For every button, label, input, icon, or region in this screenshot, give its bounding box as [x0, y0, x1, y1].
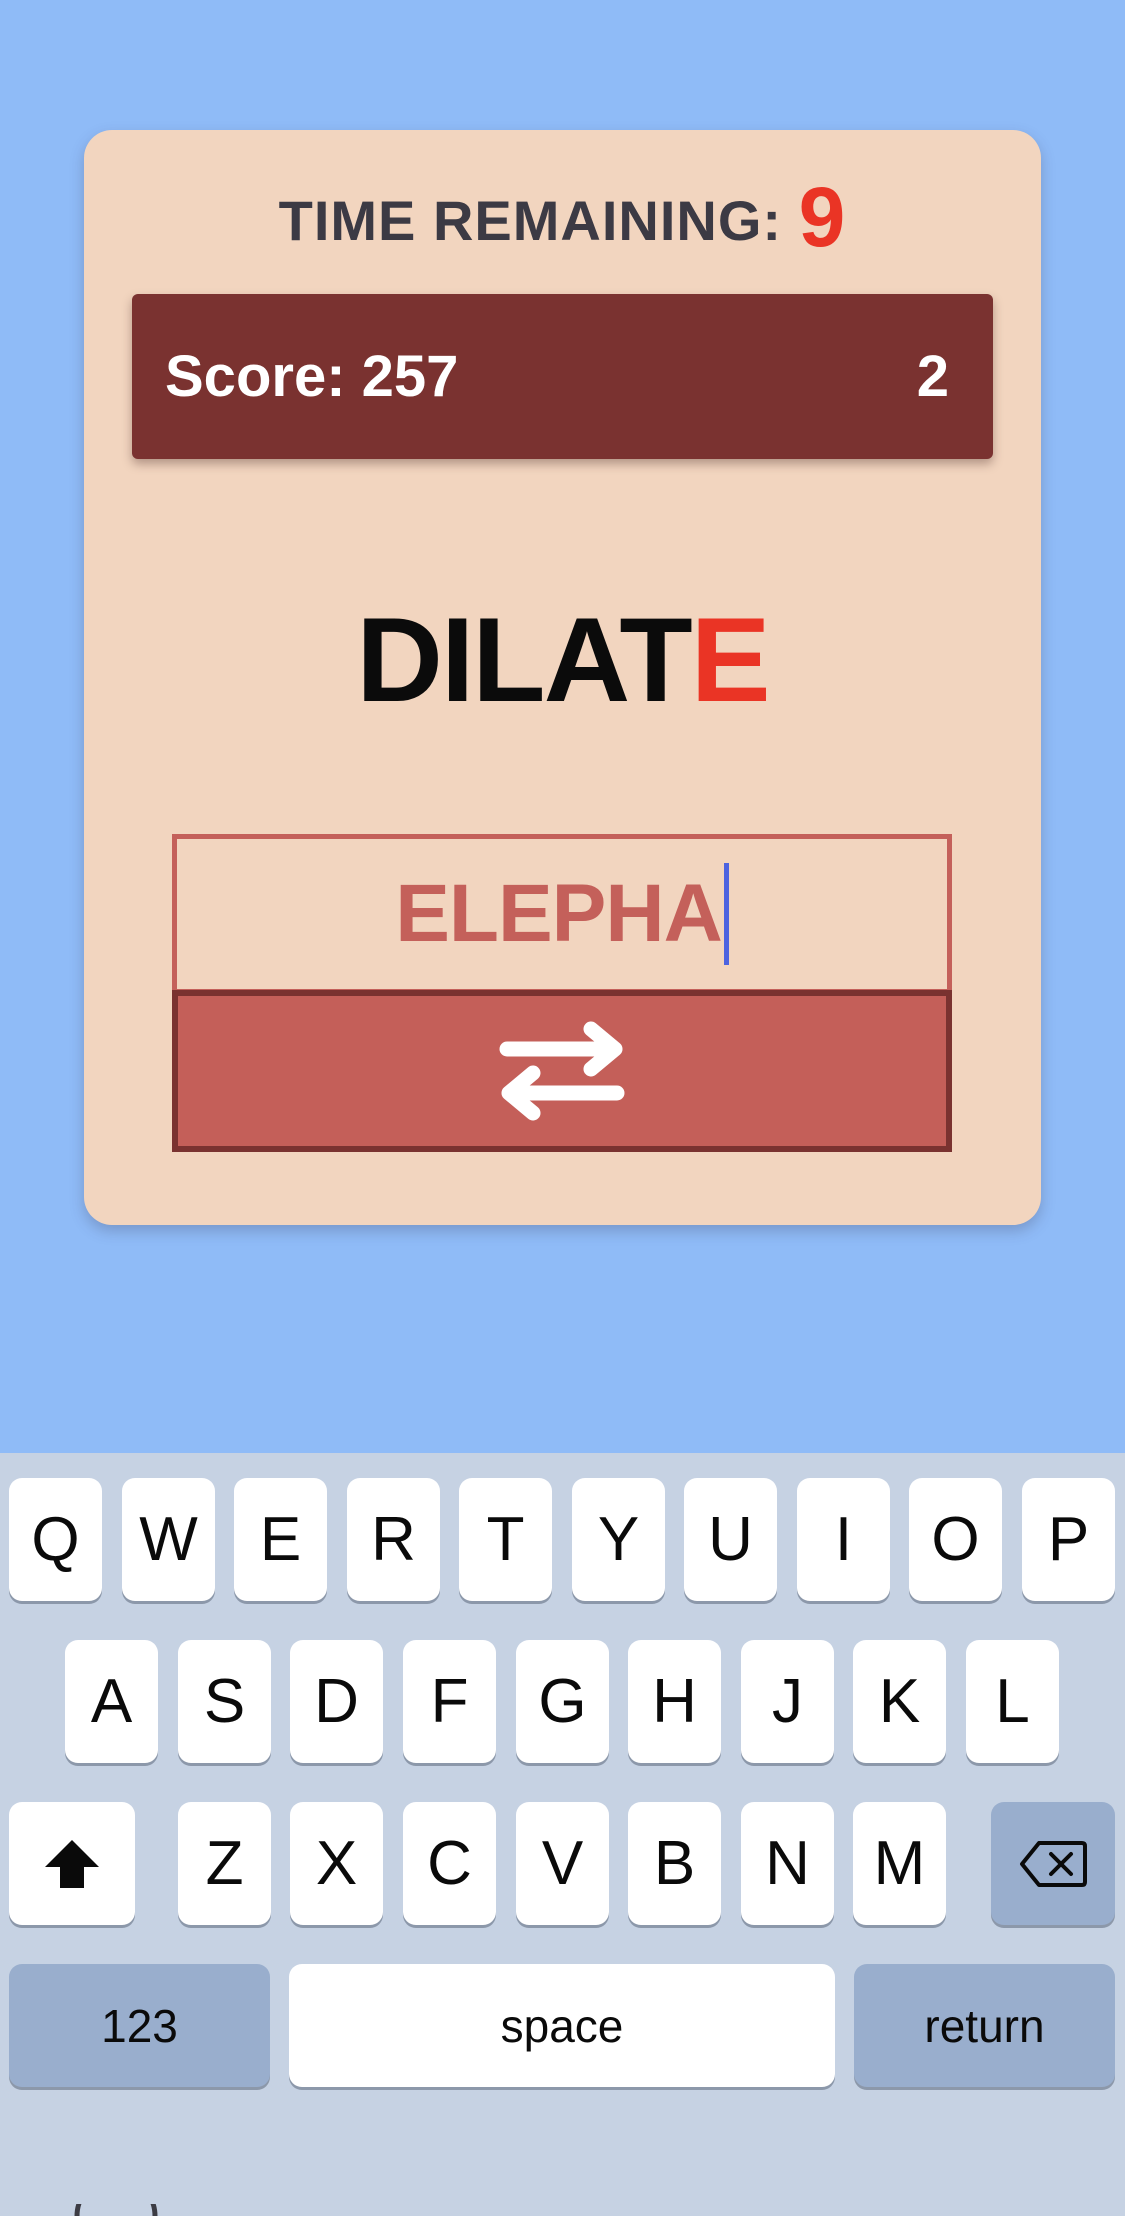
key-b[interactable]: B: [628, 1802, 721, 1925]
space-key[interactable]: space: [289, 1964, 835, 2087]
shift-icon: [45, 1839, 99, 1888]
target-word: DILATE: [84, 590, 1041, 730]
key-i[interactable]: I: [797, 1478, 890, 1601]
key-r[interactable]: R: [347, 1478, 440, 1601]
key-n[interactable]: N: [741, 1802, 834, 1925]
shift-key[interactable]: [9, 1802, 135, 1925]
time-remaining-label: TIME REMAINING:: [278, 189, 783, 252]
target-word-highlight-letter: E: [690, 593, 771, 727]
target-word-base: DILAT: [356, 593, 692, 727]
key-j[interactable]: J: [741, 1640, 834, 1763]
key-d[interactable]: D: [290, 1640, 383, 1763]
key-x[interactable]: X: [290, 1802, 383, 1925]
key-f[interactable]: F: [403, 1640, 496, 1763]
key-h[interactable]: H: [628, 1640, 721, 1763]
key-o[interactable]: O: [909, 1478, 1002, 1601]
key-z[interactable]: Z: [178, 1802, 271, 1925]
delete-icon: [1020, 1840, 1087, 1887]
score-bar: Score: 257 2: [132, 294, 993, 459]
delete-key[interactable]: [991, 1802, 1115, 1925]
key-l[interactable]: L: [966, 1640, 1059, 1763]
numbers-key[interactable]: 123: [9, 1964, 270, 2087]
time-remaining: TIME REMAINING: 9: [84, 172, 1041, 266]
onscreen-keyboard: Q W E R T Y U I O P A S D F G H J K L Z …: [0, 1453, 1125, 2216]
score-label: Score: 257: [165, 344, 459, 409]
key-s[interactable]: S: [178, 1640, 271, 1763]
time-remaining-value: 9: [798, 170, 847, 264]
key-m[interactable]: M: [853, 1802, 946, 1925]
guess-input[interactable]: ELEPHA: [172, 834, 952, 994]
emoji-icon[interactable]: [74, 2204, 158, 2216]
key-v[interactable]: V: [516, 1802, 609, 1925]
swap-button[interactable]: [172, 990, 952, 1152]
guess-input-value: ELEPHA: [395, 868, 723, 959]
key-u[interactable]: U: [684, 1478, 777, 1601]
key-w[interactable]: W: [122, 1478, 215, 1601]
key-c[interactable]: C: [403, 1802, 496, 1925]
key-t[interactable]: T: [459, 1478, 552, 1601]
game-card: TIME REMAINING: 9 Score: 257 2 DILATE EL…: [84, 130, 1041, 1225]
swap-arrows-icon: [499, 1021, 625, 1121]
key-p[interactable]: P: [1022, 1478, 1115, 1601]
key-g[interactable]: G: [516, 1640, 609, 1763]
key-q[interactable]: Q: [9, 1478, 102, 1601]
key-e[interactable]: E: [234, 1478, 327, 1601]
key-a[interactable]: A: [65, 1640, 158, 1763]
return-key[interactable]: return: [854, 1964, 1115, 2087]
text-caret: [723, 863, 729, 965]
key-y[interactable]: Y: [572, 1478, 665, 1601]
score-right-value: 2: [916, 344, 949, 409]
key-k[interactable]: K: [853, 1640, 946, 1763]
